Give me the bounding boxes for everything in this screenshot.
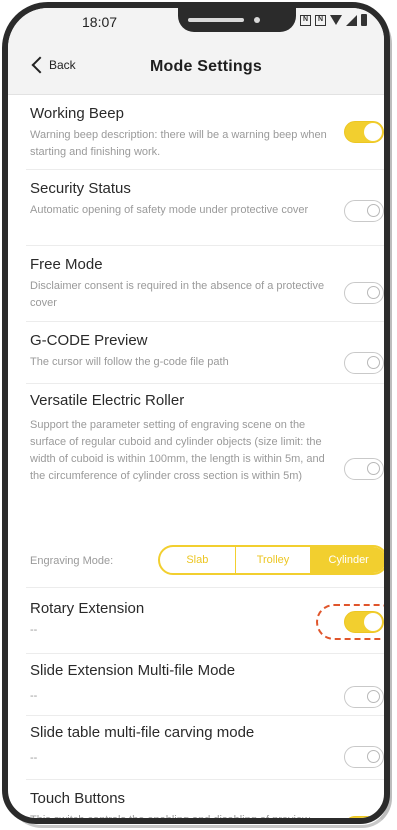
working-beep-toggle[interactable] — [344, 121, 384, 143]
status-time: 18:07 — [82, 14, 118, 30]
notch — [178, 8, 296, 32]
versatile-roller-toggle[interactable] — [344, 458, 384, 480]
engraving-mode-label: Engraving Mode: — [30, 555, 114, 567]
setting-description: Disclaimer consent is required in the ab… — [30, 280, 325, 309]
notch-camera — [254, 17, 260, 23]
setting-description: Warning beep description: there will be … — [30, 129, 327, 158]
toggle-knob — [364, 123, 382, 141]
status-bar: 18:07 N N — [8, 8, 384, 42]
setting-description: This switch controls the enabling and di… — [30, 814, 311, 824]
setting-description: -- — [30, 752, 38, 764]
setting-security-status: Security Status Automatic opening of saf… — [8, 170, 384, 244]
toggle-knob — [367, 462, 380, 475]
setting-title: Working Beep — [30, 105, 124, 122]
setting-title: G-CODE Preview — [30, 332, 148, 349]
segment-slab[interactable]: Slab — [160, 547, 235, 573]
setting-title: Slide table multi-file carving mode — [30, 724, 255, 741]
setting-description: -- — [30, 690, 38, 702]
setting-touch-buttons: Touch Buttons This switch controls the e… — [8, 780, 384, 824]
setting-title: Security Status — [30, 180, 131, 197]
free-mode-toggle[interactable] — [344, 282, 384, 304]
setting-rotary-extension: Rotary Extension -- — [8, 588, 384, 652]
toggle-knob — [367, 750, 380, 763]
setting-title: Slide Extension Multi-file Mode — [30, 662, 236, 679]
engraving-mode-selector: Slab Trolley Cylinder — [158, 545, 384, 575]
setting-description: -- — [30, 624, 38, 636]
nav-bar: Back Mode Settings — [8, 42, 384, 95]
setting-description: The cursor will follow the g-code file p… — [30, 356, 229, 368]
rotary-extension-toggle[interactable] — [344, 611, 384, 633]
segment-cylinder[interactable]: Cylinder — [310, 547, 384, 573]
setting-title: Touch Buttons — [30, 790, 126, 807]
toggle-knob — [367, 286, 380, 299]
slide-extension-toggle[interactable] — [344, 686, 384, 708]
segment-trolley[interactable]: Trolley — [234, 547, 311, 573]
status-icons: N N — [300, 14, 367, 26]
toggle-knob — [367, 356, 380, 369]
toggle-knob — [364, 613, 382, 631]
setting-title: Rotary Extension — [30, 600, 145, 617]
wifi-icon — [330, 15, 342, 25]
setting-description: Automatic opening of safety mode under p… — [30, 204, 309, 216]
setting-title: Versatile Electric Roller — [30, 392, 185, 409]
toggle-knob — [367, 690, 380, 703]
setting-free-mode: Free Mode Disclaimer consent is required… — [8, 246, 384, 320]
toggle-knob — [367, 204, 380, 217]
phone-frame: 18:07 N N Back Mode Settings Working Bee… — [2, 2, 390, 824]
setting-gcode-preview: G-CODE Preview The cursor will follow th… — [8, 322, 384, 378]
setting-title: Free Mode — [30, 256, 103, 273]
setting-working-beep: Working Beep Warning beep description: t… — [8, 95, 384, 169]
setting-slide-extension-multifile: Slide Extension Multi-file Mode -- — [8, 654, 384, 714]
signal-icon — [346, 14, 357, 26]
notch-speaker — [188, 18, 244, 22]
slide-table-toggle[interactable] — [344, 746, 384, 768]
battery-icon — [361, 14, 367, 26]
setting-description: Support the parameter setting of engravi… — [30, 419, 325, 482]
setting-slide-table-multifile: Slide table multi-file carving mode -- — [8, 716, 384, 778]
security-status-toggle[interactable] — [344, 200, 384, 222]
gcode-preview-toggle[interactable] — [344, 352, 384, 374]
nfc-alt-icon: N — [315, 14, 326, 26]
page-title: Mode Settings — [150, 58, 262, 75]
nfc-icon: N — [300, 14, 311, 26]
setting-versatile-electric-roller: Versatile Electric Roller Support the pa… — [8, 384, 384, 524]
